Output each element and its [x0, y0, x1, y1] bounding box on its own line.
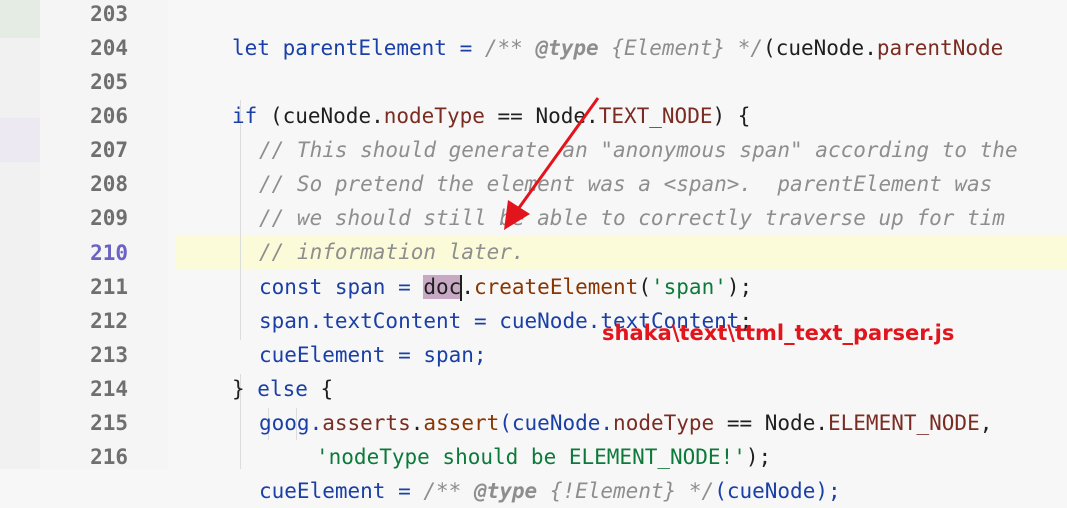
code-token: parentNode: [876, 36, 1004, 60]
code-token: (cueNode);: [714, 479, 841, 503]
code-token: (cueNode.: [763, 36, 877, 60]
code-token: {!Element} */: [537, 479, 715, 503]
code-line-216[interactable]: cueElement = /** @type {!Element} */(cue…: [259, 474, 841, 508]
file-path-annotation: shaka\text\ttml_text_parser.js: [602, 321, 955, 345]
code-token: /**: [423, 479, 474, 503]
code-token: let parentElement =: [232, 36, 485, 60]
code-token: {Element} */: [598, 36, 764, 60]
code-token: @type: [473, 479, 538, 503]
line-number: 204: [90, 36, 128, 60]
code-token: cueElement =: [259, 479, 424, 503]
code-line-203[interactable]: let parentElement = /** @type {Element} …: [232, 31, 1003, 65]
code-token: /**: [484, 36, 536, 60]
code-token: @type: [535, 36, 599, 60]
